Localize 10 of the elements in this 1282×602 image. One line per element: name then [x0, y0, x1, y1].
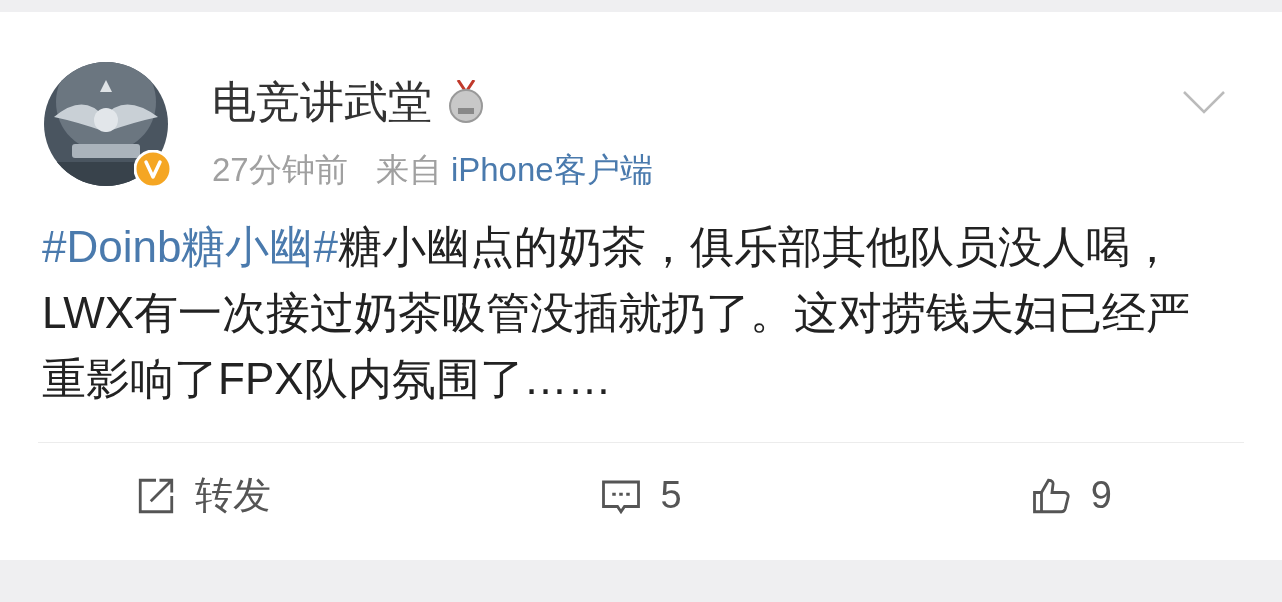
post-time: 27分钟前 — [212, 150, 348, 190]
post-source: 来自 iPhone客户端 — [375, 150, 653, 190]
repost-button[interactable]: 转发 — [0, 467, 428, 524]
author-name[interactable]: 电竞讲武堂 — [212, 72, 432, 132]
post-text: #Doinb糖小幽#糖小幽点的奶茶，俱乐部其他队员没人喝，LWX有一次接过奶茶吸管没插就扔了。这对捞钱夫妇已经严重影响了FPX队内氛围了…… — [41, 221, 1192, 405]
medal-icon — [448, 80, 484, 124]
hashtag-link[interactable]: #Doinb糖小幽# — [42, 222, 338, 271]
comment-button[interactable]: 5 — [427, 467, 855, 524]
like-button[interactable]: 9 — [854, 467, 1282, 524]
chevron-down-icon[interactable] — [1182, 90, 1226, 116]
